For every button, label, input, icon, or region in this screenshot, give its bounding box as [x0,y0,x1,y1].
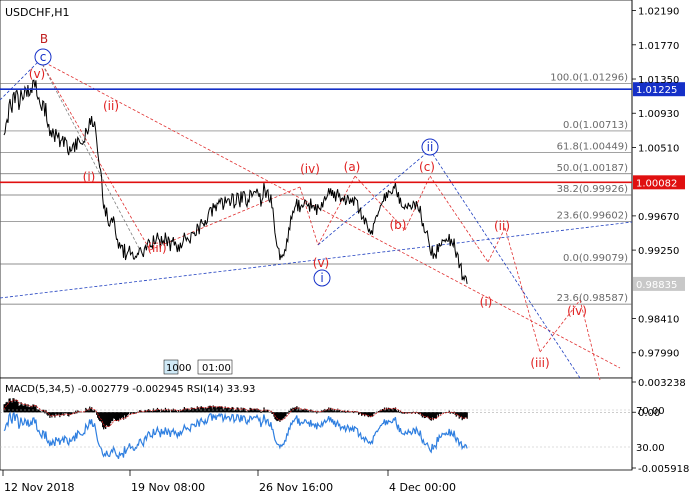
price-tick-label: 1.00930 [638,109,679,120]
fib-level-label: 50.0(1.00187) [557,163,629,174]
macd-bar [398,412,401,413]
wave-label: (i) [480,295,493,309]
price-panel [0,0,633,379]
fib-level-label: 0.0(0.99079) [563,253,628,264]
macd-bar [40,411,42,413]
price-tag-label: 1.00082 [636,178,677,189]
price-tick-label: 1.01770 [638,41,679,52]
price-tag-label: 0.98835 [636,280,677,291]
fib-level-label: 23.6(0.98587) [557,293,629,304]
price-tick-label: 1.00510 [638,143,679,154]
crosshair-time-text: 01:00 [202,363,231,374]
usdchf-chart[interactable]: 100.0(1.01296) 0.0(1.00713) 61.8(1.00449) 5… [0,0,700,500]
price-tick-label: 0.98410 [638,315,679,326]
crosshair-label: 1000 01:00 [163,359,233,375]
macd-tick-label: 0.00 [638,408,660,419]
macd-bar [127,412,130,415]
wave-label: (iv) [300,162,320,176]
price-tick-label: 0.97990 [638,349,679,360]
price-tag-label: 1.01225 [636,85,677,96]
wave-label: (ii) [494,219,510,233]
fib-level-label: 23.6(0.99602) [557,210,629,221]
fib-level-label: 0.0(1.00713) [563,120,628,131]
time-tick-label: 26 Nov 16:00 [259,481,333,494]
macd-bar [440,412,442,414]
wave-label: (iv) [567,304,587,318]
wave-label: (iii) [147,241,166,255]
wave-label: (c) [419,160,435,174]
time-tick-label: 12 Nov 2018 [4,481,74,494]
fib-level-label: 100.0(1.01296) [550,72,628,83]
macd-bar [75,410,77,413]
indicator-title: MACD(5,34,5) -0.002779 -0.002945 RSI(14)… [5,384,255,395]
fib-level-label: 38.2(0.99926) [557,184,629,195]
macd-bar [287,412,289,414]
wave-label: (ii) [103,99,119,113]
price-tick-label: 1.01350 [638,75,679,86]
chart-title: USDCHF,H1 [5,6,70,19]
macd-bar [345,412,347,413]
time-tick-label: 19 Nov 08:00 [131,481,205,494]
wave-label: (a) [344,160,361,174]
macd-bar [260,412,262,414]
rsi-level-30-label: 30.00 [636,443,665,454]
macd-tick-label: 0.003238 [638,378,686,389]
time-tick-label: 4 Dec 00:00 [389,481,456,494]
macd-tick-label: -0.005918 [638,464,689,475]
wave-label: (v) [29,67,45,81]
macd-bar [44,412,46,414]
crosshair-left-text: 1000 [166,363,191,374]
macd-bar [316,412,318,414]
wave-label: (v) [313,256,329,270]
fib-level-label: 61.8(1.00449) [557,141,629,152]
wave-label: i [320,271,323,285]
wave-label: c [40,50,47,64]
price-tick-label: 0.99670 [638,212,679,223]
wave-label: (iii) [530,356,549,370]
time-axis: 12 Nov 2018 19 Nov 08:00 26 Nov 16:00 4 Dec… [2,470,456,494]
macd-bar [373,412,376,414]
price-tick-label: 0.99250 [638,246,679,257]
wave-label: ii [427,140,434,154]
wave-label: B [40,32,48,46]
wave-label: (b) [390,218,407,232]
price-tick-label: 1.02190 [638,7,679,18]
macd-bar [397,410,400,413]
